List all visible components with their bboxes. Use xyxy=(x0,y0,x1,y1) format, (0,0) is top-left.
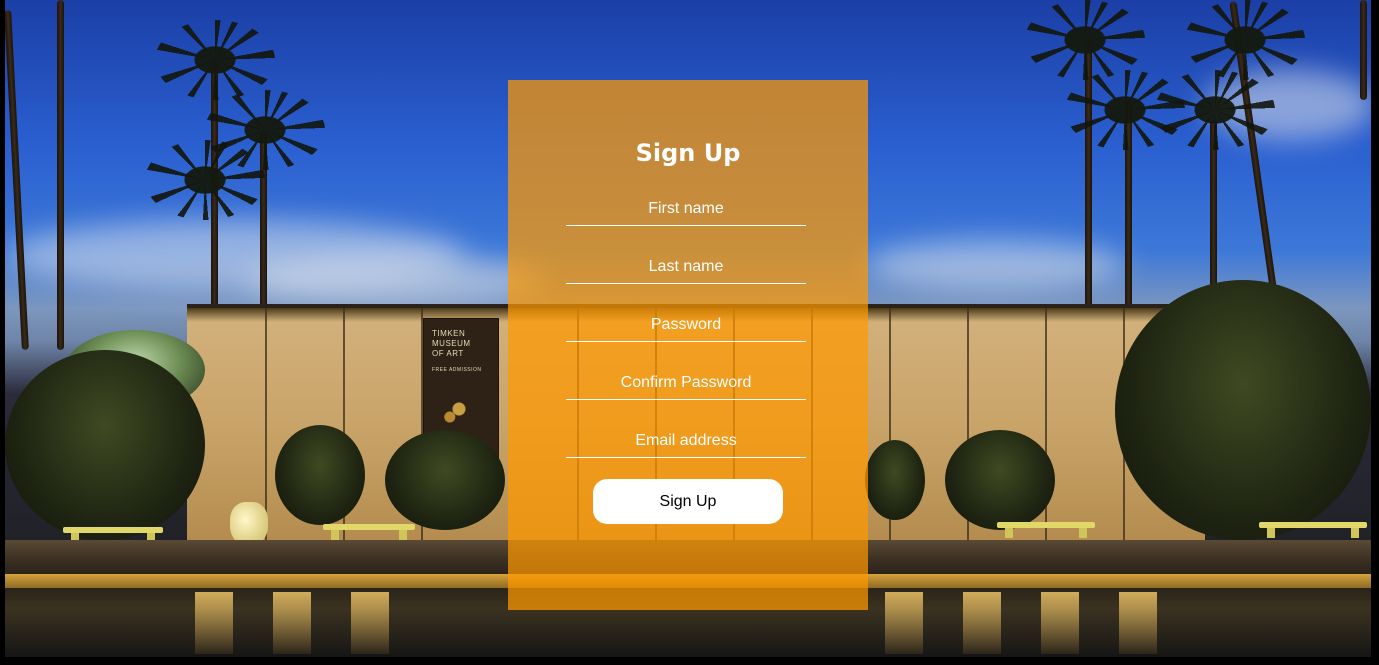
password-input[interactable] xyxy=(566,308,806,342)
signup-form: Sign Up Sign Up xyxy=(508,80,868,610)
form-title: Sign Up xyxy=(635,139,741,167)
email-input[interactable] xyxy=(566,424,806,458)
last-name-input[interactable] xyxy=(566,250,806,284)
banner-subtext: FREE ADMISSION xyxy=(432,367,482,373)
confirm-password-input[interactable] xyxy=(566,366,806,400)
first-name-input[interactable] xyxy=(566,192,806,226)
banner-text: TIMKEN MUSEUM OF ART xyxy=(432,329,471,358)
sign-up-button[interactable]: Sign Up xyxy=(593,479,783,524)
signup-page: TIMKEN MUSEUM OF ART FREE ADMISSION Sign… xyxy=(0,0,1379,665)
banner-art xyxy=(436,389,482,429)
